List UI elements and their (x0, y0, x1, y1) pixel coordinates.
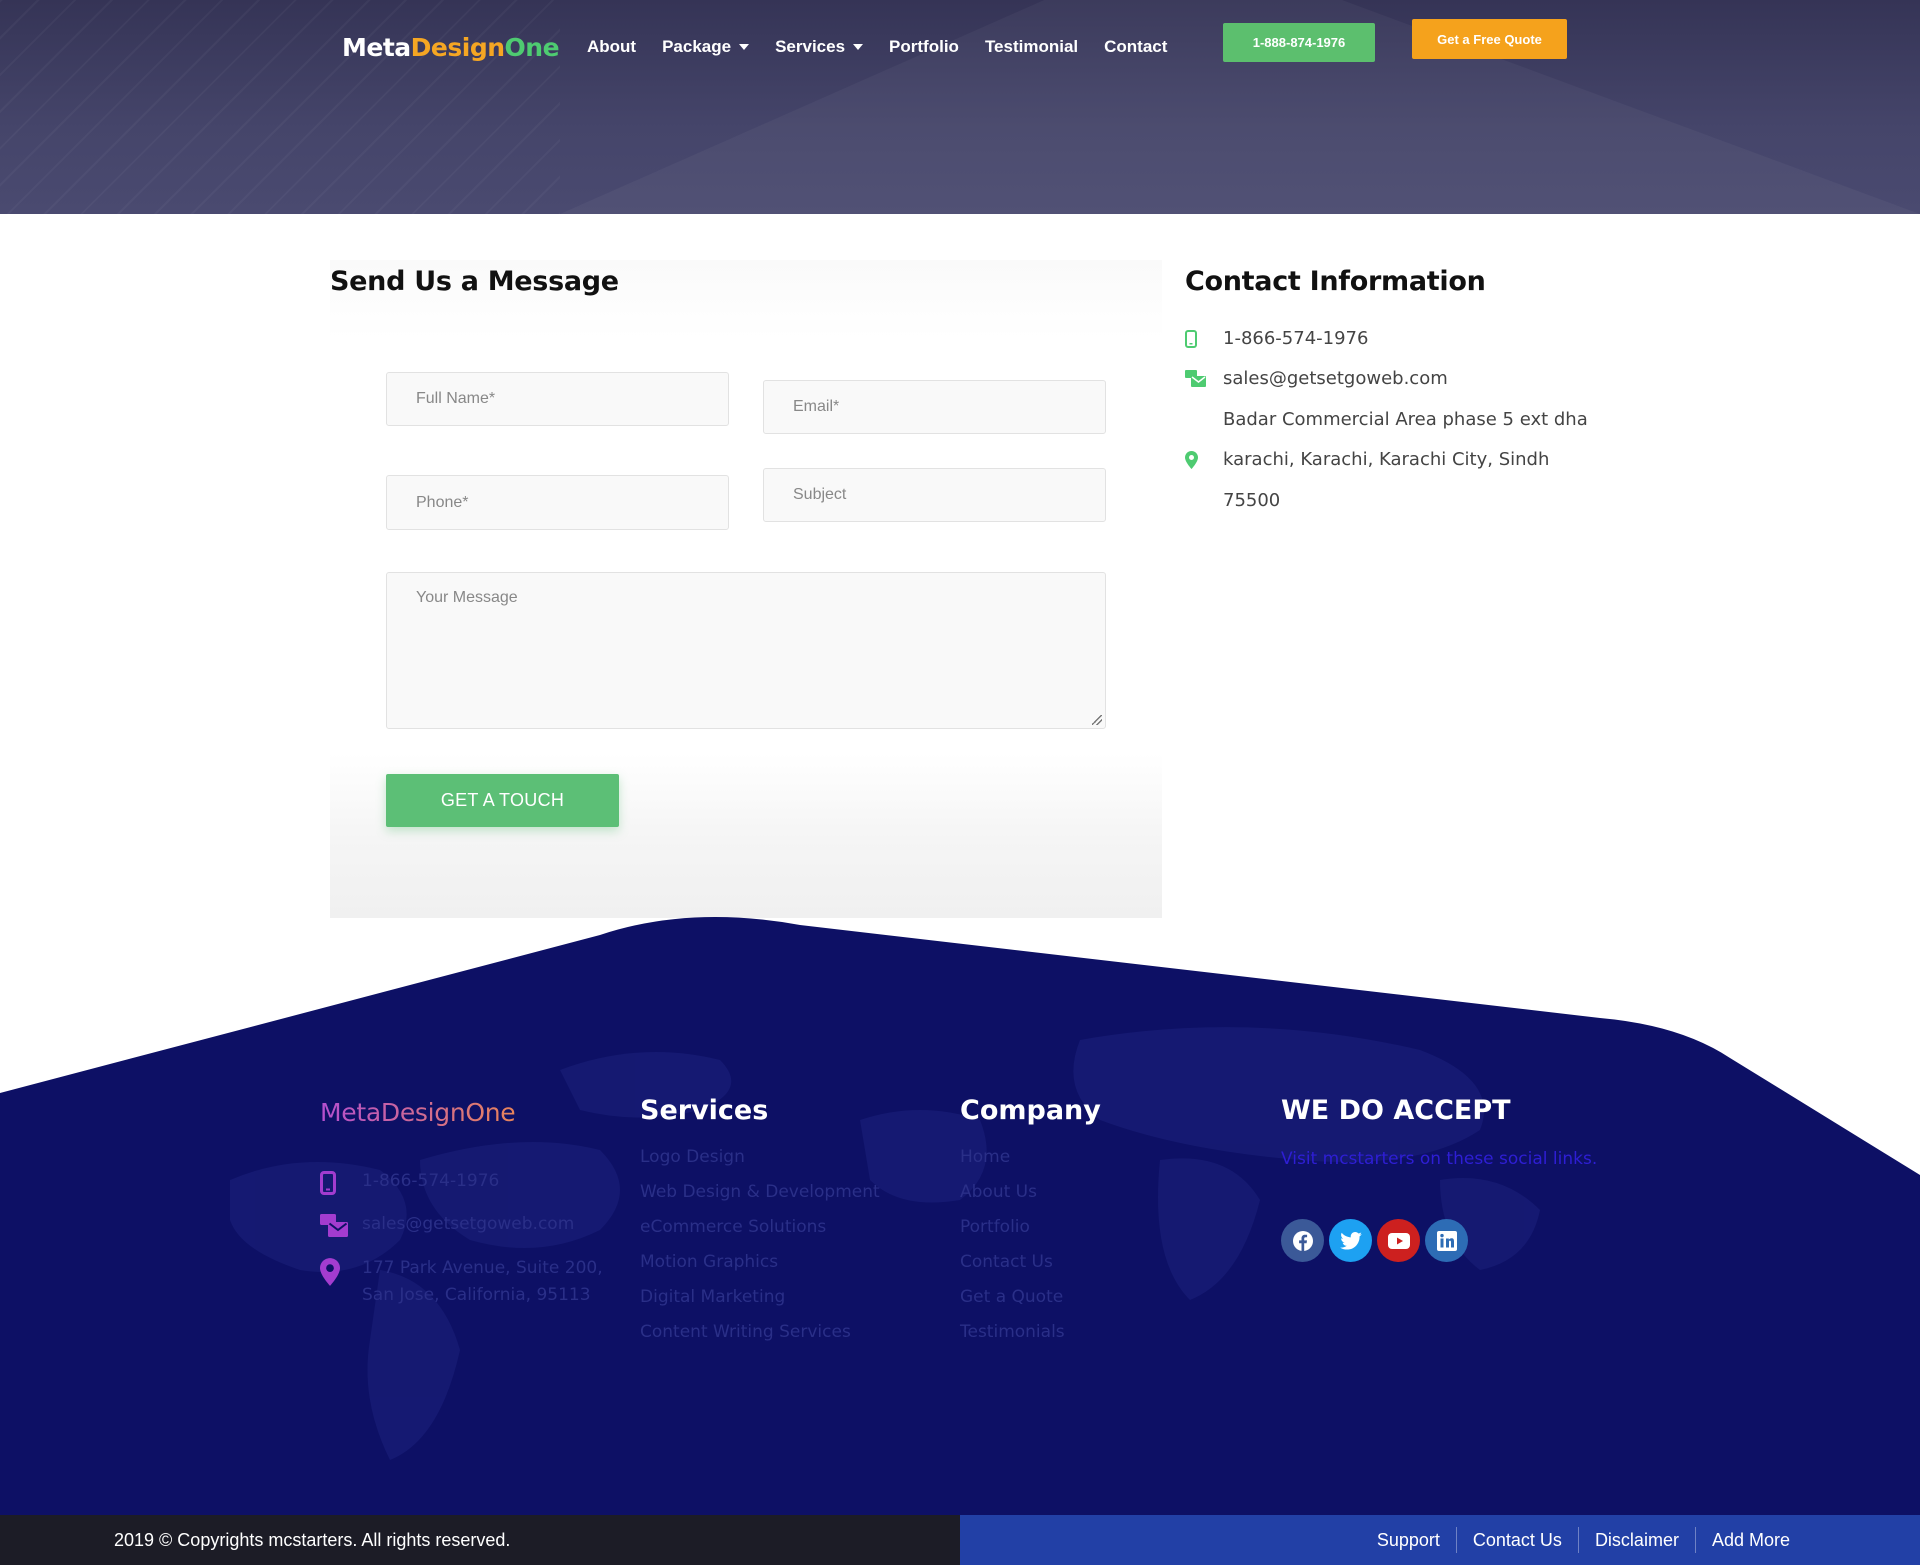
header-peak-shape (560, 0, 1920, 214)
message-textarea[interactable]: Your Message (386, 572, 1106, 729)
nav-services[interactable]: Services (775, 36, 864, 58)
footer-email[interactable]: sales@getsetgoweb.com (320, 1211, 574, 1238)
nav-testimonial[interactable]: Testimonial (985, 36, 1078, 58)
footer-link-content-writing[interactable]: Content Writing Services (640, 1322, 880, 1357)
subject-input[interactable]: Subject (763, 468, 1106, 522)
twitter-icon[interactable] (1329, 1219, 1372, 1262)
nav-package[interactable]: Package (662, 36, 750, 58)
footer-link-portfolio[interactable]: Portfolio (960, 1217, 1065, 1252)
contact-address-line1: Badar Commercial Area phase 5 ext dha (1223, 409, 1588, 430)
footer-services-title: Services (640, 1095, 769, 1126)
footer-link-web-design[interactable]: Web Design & Development (640, 1182, 880, 1217)
mobile-phone-icon (1185, 329, 1223, 348)
nav-contact[interactable]: Contact (1104, 36, 1167, 58)
bottom-link-add-more[interactable]: Add More (1694, 1527, 1806, 1553)
free-quote-button[interactable]: Get a Free Quote (1412, 19, 1567, 59)
phone-input[interactable]: Phone* (386, 475, 729, 530)
mail-bulk-icon (1185, 370, 1223, 387)
footer-services-list: Logo Design Web Design & Development eCo… (640, 1147, 880, 1357)
footer-logo[interactable]: MetaDesignOne (320, 1098, 516, 1127)
full-name-input[interactable]: Full Name* (386, 372, 729, 426)
bottom-links-bar: Support Contact Us Disclaimer Add More (960, 1515, 1920, 1565)
footer-address: 177 Park Avenue, Suite 200, San Jose, Ca… (320, 1255, 603, 1309)
main-nav: About Package Services Portfolio Testimo… (587, 36, 1193, 58)
bottom-link-disclaimer[interactable]: Disclaimer (1577, 1527, 1695, 1553)
footer-link-logo-design[interactable]: Logo Design (640, 1147, 880, 1182)
footer-link-get-a-quote[interactable]: Get a Quote (960, 1287, 1065, 1322)
footer-phone[interactable]: 1-866-574-1976 (320, 1168, 499, 1195)
footer-accept-title: WE DO ACCEPT (1281, 1095, 1511, 1126)
footer-link-contact-us[interactable]: Contact Us (960, 1252, 1065, 1287)
footer-link-digital-marketing[interactable]: Digital Marketing (640, 1287, 880, 1322)
resize-handle-icon[interactable] (1092, 715, 1102, 725)
footer-link-ecommerce[interactable]: eCommerce Solutions (640, 1217, 880, 1252)
contact-info-title: Contact Information (1185, 266, 1486, 297)
linkedin-icon[interactable] (1425, 1219, 1468, 1262)
contact-address: karachi, Karachi, Karachi City, Sindh (1185, 449, 1549, 470)
mobile-phone-icon (320, 1168, 362, 1195)
contact-address-line3: 75500 (1223, 490, 1281, 511)
copyright-text: 2019 © Copyrights mcstarters. All rights… (114, 1529, 511, 1550)
email-input[interactable]: Email* (763, 380, 1106, 434)
mail-bulk-icon (320, 1211, 362, 1237)
footer-link-home[interactable]: Home (960, 1147, 1065, 1182)
map-marker-icon (320, 1255, 362, 1286)
nav-about[interactable]: About (587, 36, 636, 58)
footer-link-testimonials[interactable]: Testimonials (960, 1322, 1065, 1357)
submit-button[interactable]: GET A TOUCH (386, 774, 619, 827)
map-marker-icon (1185, 450, 1223, 469)
footer-link-motion-graphics[interactable]: Motion Graphics (640, 1252, 880, 1287)
footer-company-list: Home About Us Portfolio Contact Us Get a… (960, 1147, 1065, 1357)
contact-phone[interactable]: 1-866-574-1976 (1185, 328, 1368, 349)
nav-portfolio[interactable]: Portfolio (889, 36, 959, 58)
form-title: Send Us a Message (330, 266, 619, 297)
bottom-link-contact-us[interactable]: Contact Us (1455, 1527, 1578, 1553)
contact-email[interactable]: sales@getsetgoweb.com (1185, 368, 1448, 389)
copyright-bar: 2019 © Copyrights mcstarters. All rights… (0, 1515, 960, 1565)
site-logo[interactable]: MetaDesignOne (342, 33, 560, 62)
footer-social-text[interactable]: Visit mcstarters on these social links. (1281, 1145, 1611, 1173)
youtube-icon[interactable] (1377, 1219, 1420, 1262)
caret-down-icon (739, 44, 750, 50)
site-header: MetaDesignOne About Package Services Por… (0, 0, 1920, 214)
footer-company-title: Company (960, 1095, 1101, 1126)
footer-link-about-us[interactable]: About Us (960, 1182, 1065, 1217)
caret-down-icon (853, 44, 864, 50)
bottom-link-support[interactable]: Support (1361, 1527, 1456, 1553)
facebook-icon[interactable] (1281, 1219, 1324, 1262)
phone-button[interactable]: 1-888-874-1976 (1223, 23, 1375, 62)
